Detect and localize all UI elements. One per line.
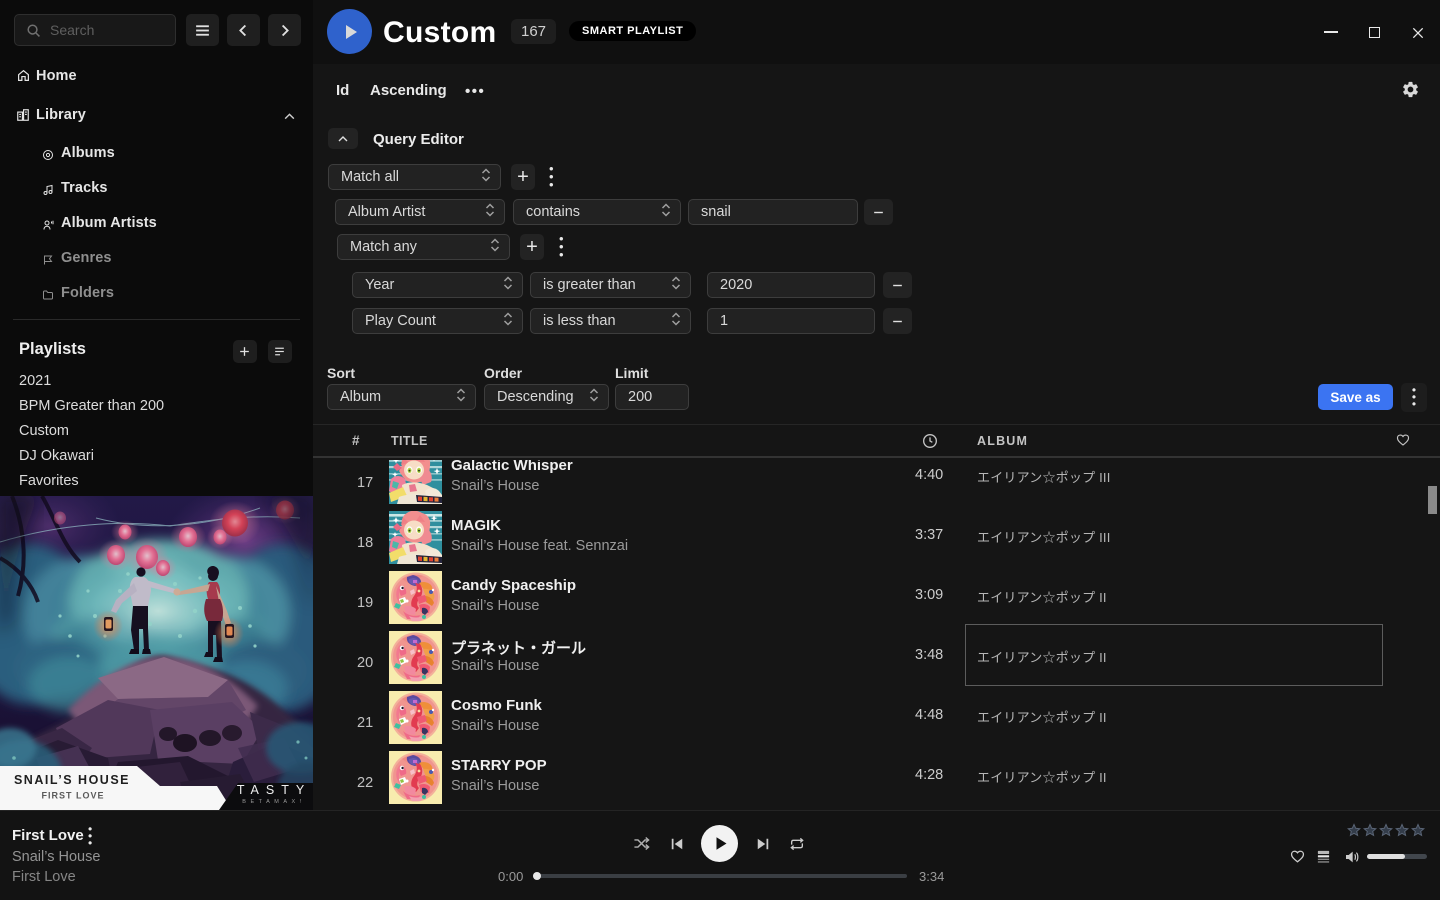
svg-text:SNAIL’S HOUSE: SNAIL’S HOUSE xyxy=(14,773,130,787)
svg-text:FIRST LOVE: FIRST LOVE xyxy=(41,791,104,801)
svg-text:TASTY: TASTY xyxy=(237,783,311,797)
svg-text:BETAMAX!: BETAMAX! xyxy=(242,799,305,805)
